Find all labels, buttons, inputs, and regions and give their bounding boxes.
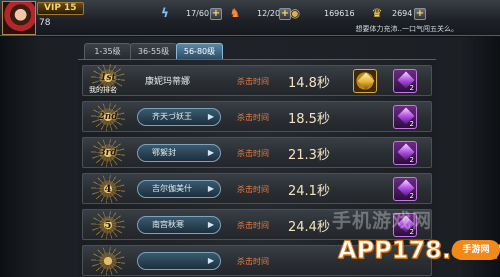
purple-gem-reward[interactable]: 2 <box>393 177 417 201</box>
crown-icon: ♛ <box>371 6 383 20</box>
my-rank-caption: 我的排名 <box>89 86 117 94</box>
gold-counter: ♛ 2694 + <box>370 6 445 22</box>
ranking-row: 2nd 齐天づ妖王 ▶ 杀击时间 18.5秒 2 <box>82 101 432 132</box>
kill-time-label: 杀击时间 <box>237 257 269 266</box>
player-name-button[interactable]: 齐天づ妖王 ▶ <box>137 108 221 126</box>
add-stamina-button[interactable]: + <box>210 8 222 20</box>
chevron-right-icon: ▶ <box>207 220 214 229</box>
reward-count: 2 <box>409 120 414 128</box>
purple-gem-reward[interactable]: 2 <box>393 105 417 129</box>
kill-time-label: 杀击时间 <box>237 149 269 158</box>
player-name-button[interactable]: 鄂絮封 ▶ <box>137 144 221 162</box>
rank-badge: 3rd <box>91 139 125 167</box>
flame-icon: ♞ <box>229 6 241 20</box>
kill-time-label: 杀击时间 <box>237 113 269 122</box>
reward-count: 2 <box>409 84 414 92</box>
watermark-logo: APP178.com 手游网 <box>338 236 500 265</box>
gold-chest-reward[interactable] <box>353 69 377 93</box>
player-level: 78 <box>39 18 51 28</box>
rank-badge: 2nd <box>91 103 125 131</box>
reward-count: 2 <box>409 192 414 200</box>
kill-time-label: 杀击时间 <box>237 221 269 230</box>
chevron-right-icon: ▶ <box>207 148 214 157</box>
rank-badge: 4 <box>91 175 125 203</box>
reward-count: 2 <box>409 156 414 164</box>
coin-value: 169616 <box>324 9 355 18</box>
player-name-button[interactable]: 南宫秋寒 ▶ <box>137 216 221 234</box>
purple-gem-reward[interactable]: 2 <box>393 141 417 165</box>
kill-time-label: 杀击时间 <box>237 185 269 194</box>
player-avatar[interactable] <box>2 1 36 35</box>
stamina-counter: ϟ 17/60 + <box>158 6 222 22</box>
rank-badge: 5 <box>91 211 125 239</box>
chevron-right-icon: ▶ <box>207 184 214 193</box>
kill-time-value: 18.5秒 <box>288 112 330 127</box>
purple-gem-reward[interactable]: 2 <box>393 69 417 93</box>
rank-badge <box>91 247 125 275</box>
player-name: 康妮玛蒂娜 <box>145 77 191 87</box>
stamina-value: 17/60 <box>186 9 210 18</box>
gold-value: 2694 <box>392 9 413 18</box>
coin-counter: ◉ 169616 <box>288 6 378 22</box>
top-status-bar: VIP 15 78 ϟ 17/60 + ♞ 12/20 + ◉ 169616 ♛… <box>0 0 500 36</box>
kill-time-value: 24.1秒 <box>288 184 330 199</box>
tab-level-36-55[interactable]: 36-55级 <box>130 43 177 59</box>
chevron-right-icon: ▶ <box>207 256 214 265</box>
rank-burst-icon <box>91 247 125 275</box>
kill-time-value: 14.8秒 <box>288 76 330 91</box>
my-rank-row: 1st 我的排名 康妮玛蒂娜 杀击时间 14.8秒 2 <box>82 64 432 96</box>
energy-counter: ♞ 12/20 + <box>228 6 291 22</box>
gold-chest-icon <box>357 72 375 90</box>
kill-time-value: 21.3秒 <box>288 148 330 163</box>
kill-time-value: 24.4秒 <box>288 220 330 235</box>
tip-notice: 想要体力充沛..一口气闯五关么。 <box>355 25 458 33</box>
ranking-row: 3rd 鄂絮封 ▶ 杀击时间 21.3秒 2 <box>82 137 432 168</box>
tab-level-56-80[interactable]: 56-80级 <box>176 43 223 59</box>
coin-icon: ◉ <box>289 6 301 20</box>
add-gold-button[interactable]: + <box>414 8 426 20</box>
player-name-button[interactable]: ▶ <box>137 252 221 270</box>
kill-time-label: 杀击时间 <box>237 77 269 86</box>
tab-level-1-35[interactable]: 1-35级 <box>84 43 131 59</box>
vip-badge: VIP 15 <box>37 2 84 15</box>
lightning-icon: ϟ <box>161 6 169 20</box>
chevron-right-icon: ▶ <box>207 112 214 121</box>
ranking-row: 4 吉尔伽美什 ▶ 杀击时间 24.1秒 2 <box>82 173 432 204</box>
watermark-text: 手机游戏网 <box>332 210 433 232</box>
energy-value: 12/20 <box>257 9 281 18</box>
player-name-button[interactable]: 吉尔伽美什 ▶ <box>137 180 221 198</box>
